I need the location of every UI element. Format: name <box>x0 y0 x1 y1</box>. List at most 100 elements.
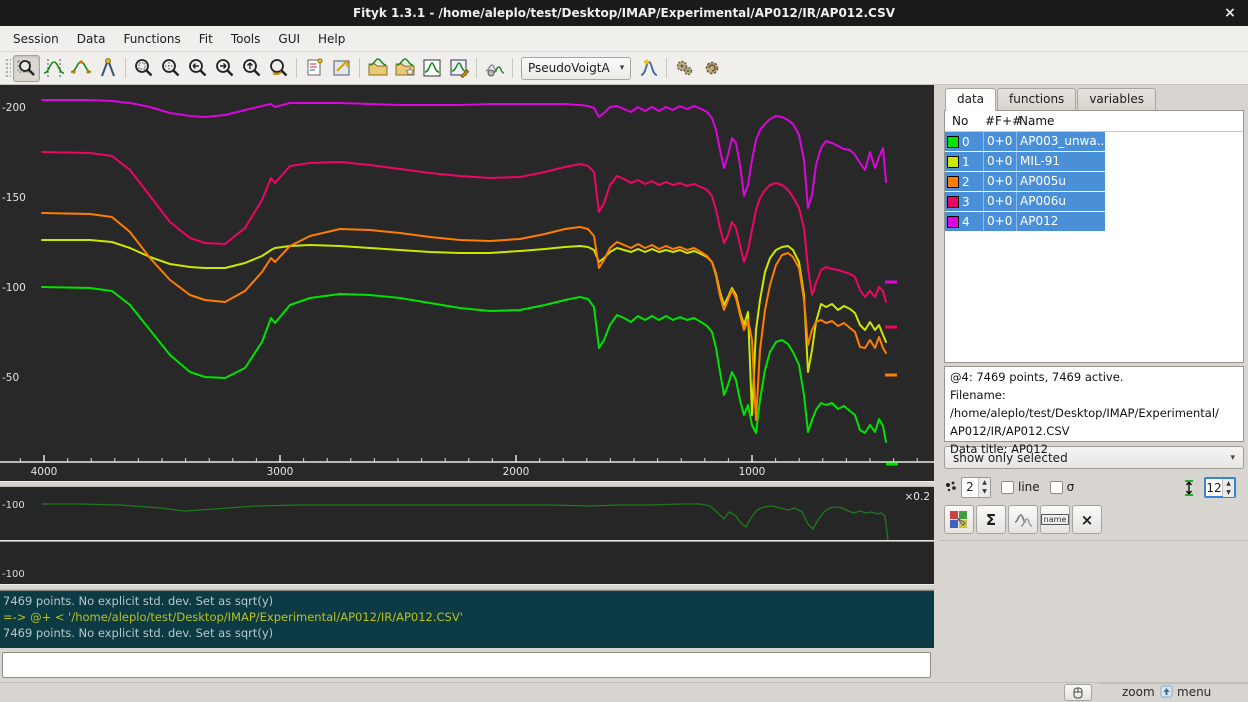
cell-ff: 0+0 <box>984 192 1017 211</box>
tab-functions[interactable]: functions <box>997 88 1076 111</box>
zoom-previous-button[interactable] <box>265 55 292 82</box>
menu-gui[interactable]: GUI <box>269 27 309 51</box>
cell-name: MIL-91 <box>1017 152 1103 171</box>
cell-no: 1 <box>945 152 984 171</box>
line-checkbox-label: line <box>1018 480 1040 494</box>
toolbar-grip[interactable] <box>4 57 11 79</box>
x-tick-label: 3000 <box>267 466 294 478</box>
content-area: 4000300020001000-200-150-100-50 -100×0.2… <box>0 85 1248 682</box>
toolbar-separator <box>296 58 297 78</box>
table-row-AP006u[interactable]: 30+0AP006u <box>945 192 1105 212</box>
table-row-AP005u[interactable]: 20+0AP005u <box>945 172 1105 192</box>
plot-column: 4000300020001000-200-150-100-50 -100×0.2… <box>0 85 934 682</box>
rename-button[interactable]: name <box>1040 505 1070 534</box>
console-line-output: 7469 points. No explicit std. dev. Set a… <box>3 593 934 609</box>
function-type-combobox[interactable]: PseudoVoigtA ▾ <box>521 57 631 80</box>
x-tick-label: 2000 <box>503 466 530 478</box>
zoom-right-button[interactable] <box>211 55 238 82</box>
command-input[interactable] <box>2 652 931 678</box>
titlebar: Fityk 1.3.1 - /home/aleplo/test/Desktop/… <box>0 0 1248 26</box>
sum-button[interactable]: Σ <box>976 505 1006 534</box>
copy-function-button[interactable] <box>1008 505 1038 534</box>
stepper-arrows[interactable]: ▲▼ <box>978 478 990 497</box>
y-tick-label: -100 <box>2 282 26 294</box>
gears-icon <box>674 57 696 79</box>
main-plot[interactable]: 4000300020001000-200-150-100-50 <box>0 85 934 481</box>
aux-plot-1[interactable]: -100×0.2 <box>0 487 934 540</box>
zoom-vert-icon <box>160 57 182 79</box>
dataset-color-swatch <box>947 156 959 168</box>
statusbar-menu-label: menu <box>1177 685 1211 699</box>
add-function-button[interactable] <box>635 55 662 82</box>
dataset-info-box: @4: 7469 points, 7469 active.Filename: /… <box>944 366 1244 442</box>
folder-open-icon <box>367 57 389 79</box>
zoom-all-icon <box>133 57 155 79</box>
point-size-icon <box>944 480 958 494</box>
sidebar-tabs: datafunctionsvariables <box>945 88 1244 111</box>
show-mode-value: show only selected <box>953 451 1068 465</box>
mouse-hint-button[interactable] <box>1064 684 1092 701</box>
plot-frame-icon <box>421 57 443 79</box>
menu-fit[interactable]: Fit <box>190 27 222 51</box>
name-box-icon: name <box>1041 514 1070 525</box>
script-editor-button[interactable] <box>301 55 328 82</box>
zoom-vertical-button[interactable] <box>157 55 184 82</box>
edit-data-button[interactable] <box>418 55 445 82</box>
aux-chart: -100×0.2 <box>0 487 934 540</box>
y-tick-label: -150 <box>2 192 26 204</box>
tab-data[interactable]: data <box>945 88 996 111</box>
spectra-chart: 4000300020001000-200-150-100-50 <box>0 85 934 481</box>
sigma-checkbox[interactable] <box>1050 481 1063 494</box>
line-checkbox[interactable] <box>1001 481 1014 494</box>
delete-button[interactable]: × <box>1072 505 1102 534</box>
dataset-color-swatch <box>947 136 959 148</box>
header-ff: #F+# <box>985 114 1019 128</box>
console-line-output: 7469 points. No explicit std. dev. Set a… <box>3 625 934 641</box>
menu-data[interactable]: Data <box>68 27 115 51</box>
zoom-left-button[interactable] <box>184 55 211 82</box>
aux-plot-2[interactable]: -100 <box>0 542 934 584</box>
table-row-MIL-91[interactable]: 10+0MIL-91 <box>945 152 1105 172</box>
toolbar-separator <box>512 58 513 78</box>
menu-tools[interactable]: Tools <box>222 27 270 51</box>
statusbar: zoom menu <box>0 682 1248 702</box>
settings-gears-button[interactable] <box>671 55 698 82</box>
width-mode-button[interactable] <box>94 55 121 82</box>
menu-functions[interactable]: Functions <box>114 27 189 51</box>
menu-session[interactable]: Session <box>4 27 68 51</box>
folder-star-icon <box>394 57 416 79</box>
menu-help[interactable]: Help <box>309 27 354 51</box>
plot-controls-row: 2 ▲▼ line σ 12 ▲▼ <box>944 475 1244 499</box>
run-gear-icon <box>701 57 723 79</box>
spectrum-curve-AP005u <box>42 213 886 420</box>
zoom-mode-button[interactable] <box>13 55 40 82</box>
open-data-button[interactable] <box>364 55 391 82</box>
execute-button[interactable] <box>698 55 725 82</box>
stepper-arrows[interactable]: ▲▼ <box>1222 479 1234 496</box>
copy-func-icon <box>1013 510 1033 530</box>
peak-draw-icon <box>70 57 92 79</box>
data-range-mode-button[interactable] <box>40 55 67 82</box>
sigma-checkbox-label: σ <box>1067 480 1075 494</box>
save-data-button[interactable] <box>445 55 472 82</box>
function-tools-button[interactable] <box>481 55 508 82</box>
shift-stepper[interactable]: 12 ▲▼ <box>1204 477 1236 498</box>
close-button[interactable]: × <box>1221 4 1239 22</box>
point-size-value: 2 <box>962 478 978 497</box>
session-settings-button[interactable] <box>328 55 355 82</box>
table-row-AP012[interactable]: 40+0AP012 <box>945 212 1105 232</box>
tab-variables[interactable]: variables <box>1077 88 1156 111</box>
dataset-color-swatch <box>947 216 959 228</box>
cell-no: 4 <box>945 212 984 231</box>
zoom-up-button[interactable] <box>238 55 265 82</box>
open-data-alt-button[interactable] <box>391 55 418 82</box>
zoom-all-button[interactable] <box>130 55 157 82</box>
cell-no: 3 <box>945 192 984 211</box>
point-size-stepper[interactable]: 2 ▲▼ <box>961 477 991 498</box>
spectrum-curve-AP012 <box>42 100 886 208</box>
sidebar: datafunctionsvariables No #F+# Name 00+0… <box>940 85 1248 682</box>
table-row-AP003_unwa...[interactable]: 00+0AP003_unwa... <box>945 132 1105 152</box>
dataset-colors-button[interactable] <box>944 505 974 534</box>
add-peak-mode-button[interactable] <box>67 55 94 82</box>
function-type-value: PseudoVoigtA <box>528 61 610 75</box>
